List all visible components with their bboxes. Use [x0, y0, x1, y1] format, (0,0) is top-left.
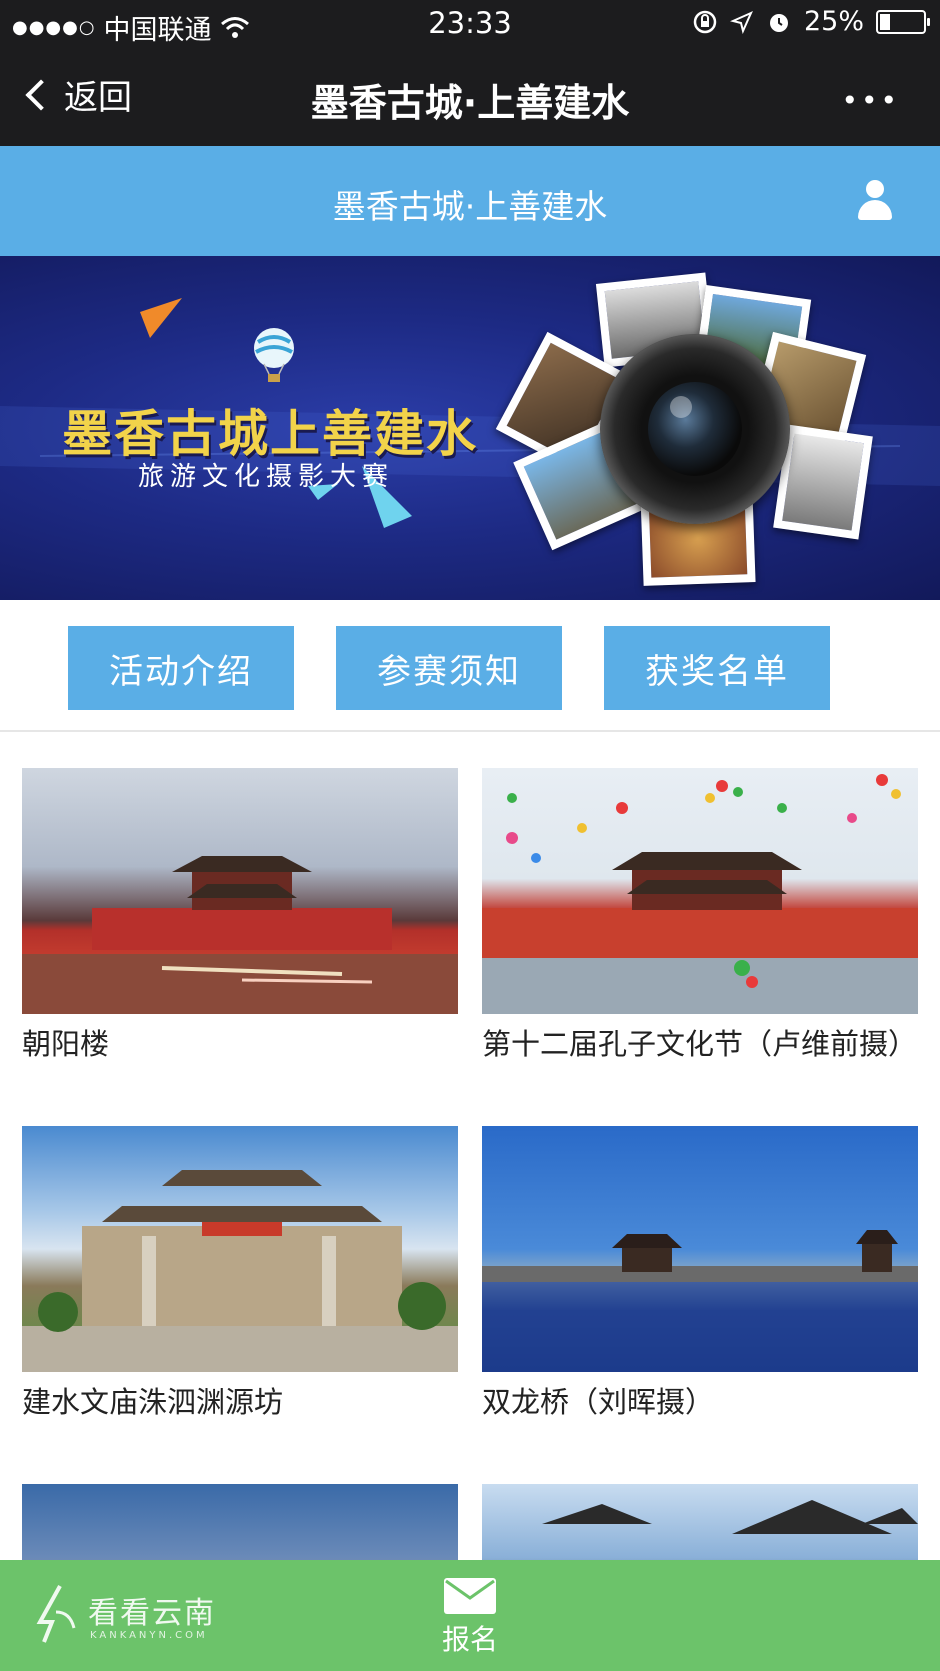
- hot-air-balloon-icon: [254, 328, 294, 382]
- page-title: 墨香古城·上善建水: [332, 187, 608, 226]
- status-right: 25%: [692, 6, 930, 37]
- alarm-icon: [769, 13, 788, 32]
- gallery-caption: 朝阳楼: [22, 1027, 110, 1061]
- tab-row: 活动介绍 参赛须知 获奖名单: [0, 600, 940, 732]
- banner-subtitle: 旅游文化摄影大赛: [138, 462, 395, 492]
- mail-icon-flap: [445, 1579, 495, 1600]
- bridge-illustration: [482, 1230, 918, 1372]
- bottom-action-bar: 看看云南 KANKANYN.COM 报名: [0, 1560, 940, 1671]
- user-icon-body: [858, 200, 892, 220]
- gallery-card[interactable]: 朝阳楼: [22, 768, 458, 1066]
- rotation-lock-icon: [693, 10, 717, 33]
- watermark: 看看云南 KANKANYN.COM: [30, 1582, 230, 1652]
- tab-winners-list[interactable]: 获奖名单: [604, 626, 830, 710]
- gallery-caption: 双龙桥（刘晖摄）: [482, 1385, 715, 1419]
- location-arrow-icon: [729, 10, 753, 34]
- tower-illustration: [22, 856, 458, 1014]
- user-icon[interactable]: [856, 180, 894, 220]
- gallery-card[interactable]: 双龙桥（刘晖摄）: [482, 1126, 918, 1424]
- nav-title: 墨香古城·上善建水: [310, 81, 630, 125]
- gallery-photo-confucian-temple-arch: [22, 1126, 458, 1372]
- gallery-photo-confucius-festival: [482, 768, 918, 1014]
- nav-bar: 返回 墨香古城·上善建水 •••: [0, 48, 940, 146]
- gallery-caption: 第十二届孔子文化节（卢维前摄）: [482, 1027, 918, 1061]
- page-header: 墨香古城·上善建水: [0, 146, 940, 256]
- status-bar: ●●●●○ 中国联通 23:33 25%: [0, 0, 940, 48]
- signup-label: 报名: [441, 1623, 498, 1656]
- more-menu-button[interactable]: •••: [841, 84, 900, 117]
- tab-activity-intro[interactable]: 活动介绍: [68, 626, 294, 710]
- gallery-card[interactable]: 第十二届孔子文化节（卢维前摄）: [482, 768, 918, 1066]
- signup-button[interactable]: 报名: [420, 1578, 520, 1668]
- battery-percent: 25%: [803, 6, 864, 37]
- arch-illustration: [22, 1170, 458, 1372]
- gallery-card[interactable]: 建水文庙洙泗渊源坊: [22, 1126, 458, 1424]
- watermark-text: 看看云南: [88, 1596, 216, 1631]
- festival-illustration: [482, 774, 918, 1014]
- camera-lens-glass: [648, 382, 742, 476]
- camera-lens-glare: [670, 396, 692, 418]
- gallery-photo-double-dragon-bridge: [482, 1126, 918, 1372]
- kankanyn-logo-icon: [36, 1585, 76, 1643]
- gallery-caption: 建水文庙洙泗渊源坊: [22, 1385, 284, 1419]
- battery-icon: [876, 9, 930, 34]
- screen: ●●●●○ 中国联通 23:33 25% 返回 墨香古城·上善建水 ••• 墨香…: [0, 0, 940, 1671]
- user-icon-head: [866, 180, 884, 198]
- gallery-photo-chaoyang-tower: [22, 768, 458, 1014]
- watermark-subtext: KANKANYN.COM: [90, 1630, 208, 1641]
- camera-lens-icon: [600, 334, 790, 524]
- tab-contest-rules[interactable]: 参赛须知: [336, 626, 562, 710]
- banner[interactable]: 墨香古城上善建水 旅游文化摄影大赛: [0, 256, 940, 600]
